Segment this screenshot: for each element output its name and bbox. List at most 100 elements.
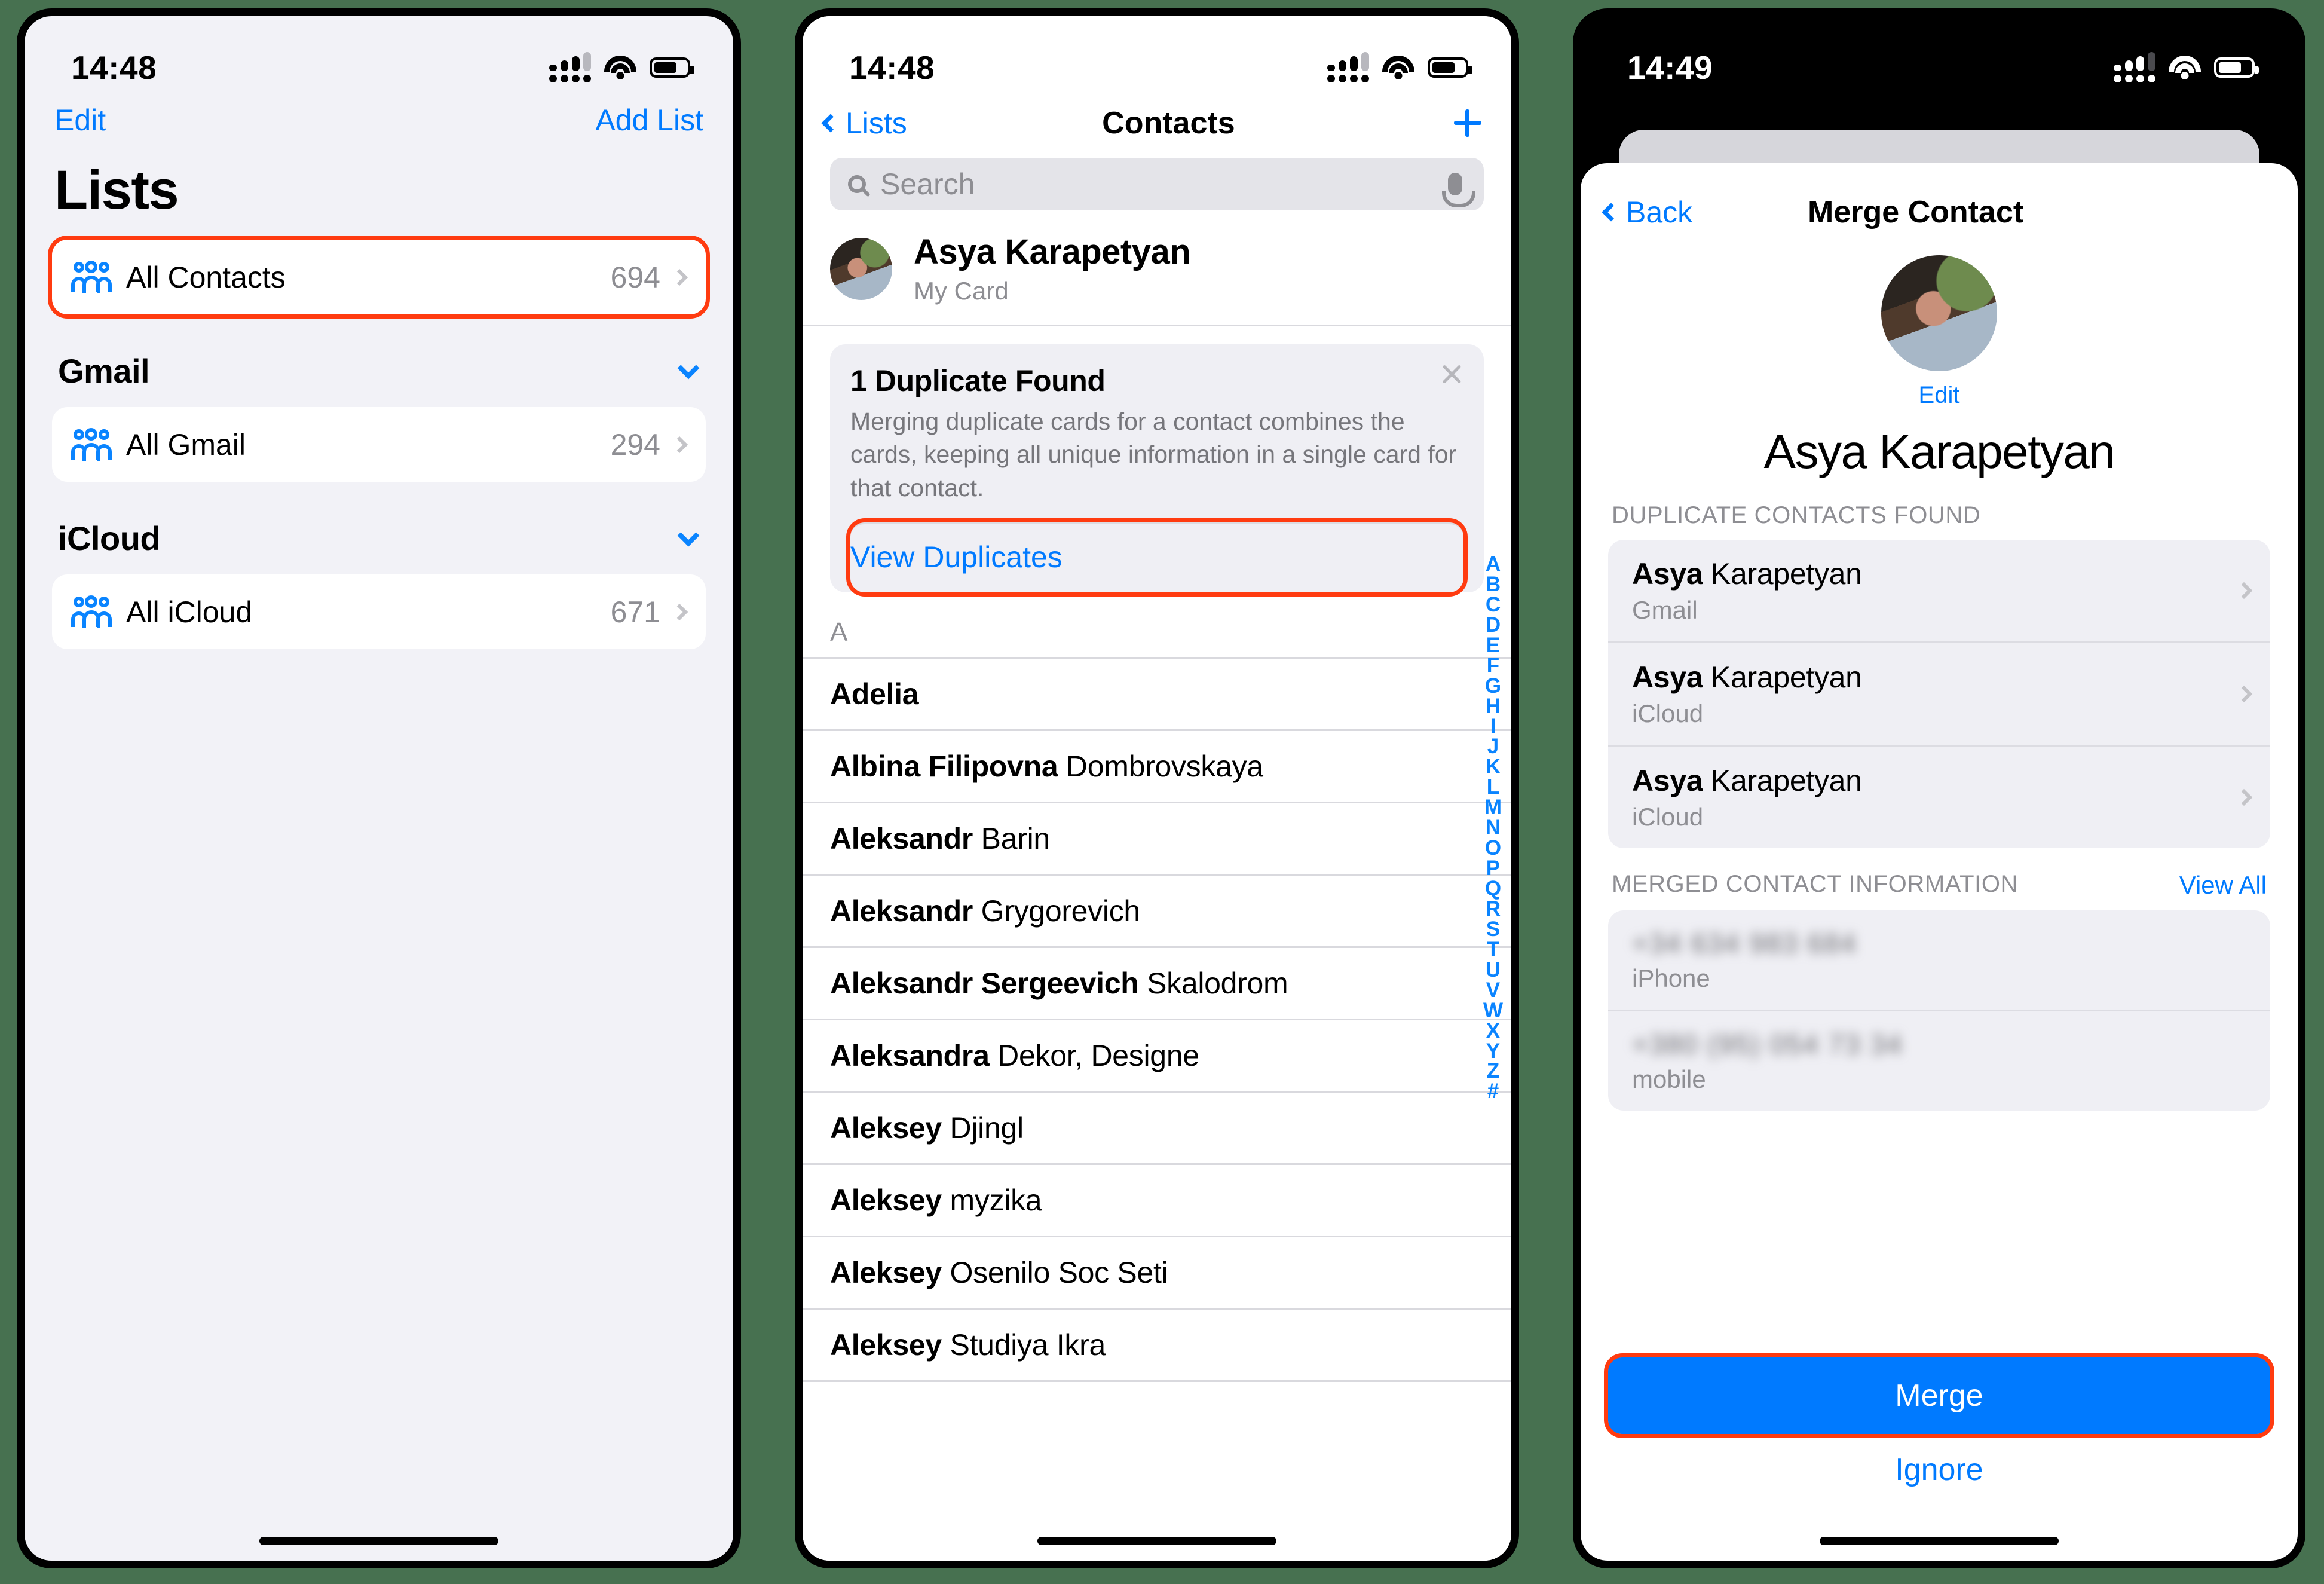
screen-contacts: 14:48 Lists Contacts Search Asya Karapet… <box>803 16 1511 1561</box>
list-item-label: All iCloud <box>126 595 253 629</box>
contact-first-name: Aleksey <box>830 1328 942 1362</box>
contacts-nav-bar: Lists Contacts <box>803 97 1511 141</box>
alphabet-index-letter[interactable]: N <box>1486 817 1501 838</box>
alphabet-index-letter[interactable]: P <box>1486 858 1500 879</box>
section-header-gmail[interactable]: Gmail <box>25 314 733 407</box>
alphabet-index-letter[interactable]: A <box>1486 554 1501 574</box>
view-all-button[interactable]: View All <box>2179 871 2267 900</box>
screenshot-stage: 14:48 Edit Add List Lists All Contacts 6… <box>0 0 2324 1584</box>
alphabet-index-letter[interactable]: R <box>1486 898 1501 919</box>
edit-button[interactable]: Edit <box>54 103 106 137</box>
chevron-right-icon <box>670 603 688 620</box>
duplicate-contact-name: Asya Karapetyan <box>1632 764 1862 797</box>
alphabet-index-letter[interactable]: I <box>1490 716 1496 737</box>
edit-photo-button[interactable]: Edit <box>1581 382 2298 409</box>
status-bar: 14:49 <box>1581 16 2298 97</box>
contact-last-name: Skalodrom <box>1138 967 1288 1001</box>
chevron-down-icon[interactable] <box>677 524 700 546</box>
battery-icon <box>2214 57 2259 78</box>
duplicate-contact-row[interactable]: Asya Karapetyan iCloud <box>1608 643 2270 747</box>
list-item-count: 294 <box>610 427 660 461</box>
alphabet-index-letter[interactable]: E <box>1486 635 1500 656</box>
contact-last-name: Osenilo Soc Seti <box>941 1256 1168 1290</box>
status-time: 14:48 <box>849 48 935 86</box>
alphabet-index-letter[interactable]: F <box>1487 655 1499 676</box>
contact-list-item[interactable]: Aleksey Djingl <box>803 1093 1511 1166</box>
duplicate-banner-title: 1 Duplicate Found <box>850 364 1106 397</box>
merged-field-text: +380 (95) 054 73 34 mobile <box>1632 1028 2250 1094</box>
alphabet-index-letter[interactable]: J <box>1487 736 1499 757</box>
alphabet-index-letter[interactable]: U <box>1486 959 1501 980</box>
alphabet-index-letter[interactable]: L <box>1487 776 1499 797</box>
alphabet-index-letter[interactable]: G <box>1485 675 1501 696</box>
chevron-down-icon[interactable] <box>677 357 700 379</box>
alphabet-index-letter[interactable]: O <box>1485 837 1501 858</box>
merge-button-wrapper[interactable]: Merge <box>1604 1353 2274 1438</box>
alphabet-index-letter[interactable]: H <box>1486 696 1501 717</box>
alphabet-index-letter[interactable]: Z <box>1487 1060 1499 1081</box>
alphabet-index-letter[interactable]: X <box>1486 1020 1500 1041</box>
contact-list-item[interactable]: Aleksandr Sergeevich Skalodrom <box>803 948 1511 1021</box>
duplicate-contact-row[interactable]: Asya Karapetyan Gmail <box>1608 540 2270 643</box>
all-icloud-card[interactable]: All iCloud 671 <box>52 574 706 649</box>
people-icon <box>71 427 112 461</box>
status-bar: 14:48 <box>25 16 733 97</box>
home-indicator <box>259 1537 498 1545</box>
my-card-row[interactable]: Asya Karapetyan My Card <box>803 210 1511 326</box>
home-indicator <box>1037 1537 1276 1545</box>
contact-list-item[interactable]: Aleksey Osenilo Soc Seti <box>803 1237 1511 1310</box>
microphone-icon[interactable] <box>1442 173 1475 207</box>
contact-list-item[interactable]: Aleksey Studiya Ikra <box>803 1310 1511 1383</box>
list-item-all-contacts[interactable]: All Contacts 694 <box>52 240 706 314</box>
alphabet-index-letter[interactable]: # <box>1487 1081 1499 1102</box>
contact-list-item[interactable]: Aleksey myzika <box>803 1165 1511 1238</box>
duplicate-contact-name: Asya Karapetyan <box>1632 557 1862 591</box>
alphabet-index-letter[interactable]: Y <box>1486 1041 1500 1062</box>
merged-field-row[interactable]: +380 (95) 054 73 34 mobile <box>1608 1011 2270 1111</box>
contact-list-item[interactable]: Albina Filipovna Dombrovskaya <box>803 731 1511 804</box>
ignore-button[interactable]: Ignore <box>1581 1452 2298 1488</box>
view-duplicates-button[interactable]: View Duplicates <box>846 518 1468 597</box>
all-gmail-card[interactable]: All Gmail 294 <box>52 407 706 482</box>
status-icons <box>1327 52 1472 82</box>
alphabet-index-letter[interactable]: Q <box>1485 878 1501 899</box>
merged-field-row[interactable]: +34 634 983 684 iPhone <box>1608 910 2270 1011</box>
add-contact-icon[interactable] <box>1454 109 1481 137</box>
status-bar: 14:48 <box>803 16 1511 97</box>
list-item-all-icloud[interactable]: All iCloud 671 <box>52 574 706 649</box>
alphabet-index-letter[interactable]: V <box>1486 980 1500 1001</box>
contact-first-name: Aleksey <box>830 1184 942 1218</box>
contact-first-name: Albina Filipovna <box>830 750 1058 784</box>
contact-list-item[interactable]: Aleksandr Barin <box>803 803 1511 876</box>
close-icon[interactable] <box>1440 362 1463 386</box>
alphabet-index-letter[interactable]: K <box>1486 756 1501 777</box>
alphabet-index-letter[interactable]: C <box>1486 594 1501 615</box>
duplicate-contact-row[interactable]: Asya Karapetyan iCloud <box>1608 747 2270 848</box>
duplicate-contact-source: Gmail <box>1632 596 1698 624</box>
contact-list-item[interactable]: Adelia <box>803 659 1511 732</box>
alphabet-index-letter[interactable]: W <box>1483 1000 1503 1021</box>
search-input[interactable]: Search <box>830 158 1484 210</box>
alphabet-index-letter[interactable]: T <box>1487 939 1499 960</box>
duplicate-row-text: Asya Karapetyan iCloud <box>1632 763 2238 831</box>
contact-first-name: Aleksandr Sergeevich <box>830 967 1139 1001</box>
alphabet-index[interactable]: A B C D E F G H I J K L M N O P Q R S T U V W X Y Z # <box>1483 554 1503 1102</box>
duplicate-row-text: Asya Karapetyan iCloud <box>1632 660 2238 728</box>
section-header-icloud[interactable]: iCloud <box>25 482 733 574</box>
duplicates-section-header: DUPLICATE CONTACTS FOUND <box>1581 479 2298 540</box>
contact-last-name: Djingl <box>941 1111 1024 1145</box>
alphabet-index-letter[interactable]: B <box>1486 574 1501 595</box>
contact-list-item[interactable]: Aleksandr Grygorevich <box>803 876 1511 949</box>
add-list-button[interactable]: Add List <box>595 103 703 137</box>
alphabet-index-letter[interactable]: S <box>1486 919 1500 940</box>
alphabet-index-letter[interactable]: M <box>1484 797 1502 818</box>
list-item-all-gmail[interactable]: All Gmail 294 <box>52 407 706 482</box>
merge-contact-sheet: Back Merge Contact Edit Asya Karapetyan … <box>1581 163 2298 1561</box>
alphabet-index-letter[interactable]: D <box>1486 614 1501 635</box>
contact-list-item[interactable]: Aleksandra Dekor, Designe <box>803 1020 1511 1093</box>
list-item-label: All Gmail <box>126 427 246 461</box>
page-title: Merge Contact <box>1808 195 2024 230</box>
duplicate-contact-name: Asya Karapetyan <box>1632 660 1862 694</box>
all-contacts-card[interactable]: All Contacts 694 <box>48 236 710 319</box>
merge-button[interactable]: Merge <box>1608 1357 2270 1434</box>
